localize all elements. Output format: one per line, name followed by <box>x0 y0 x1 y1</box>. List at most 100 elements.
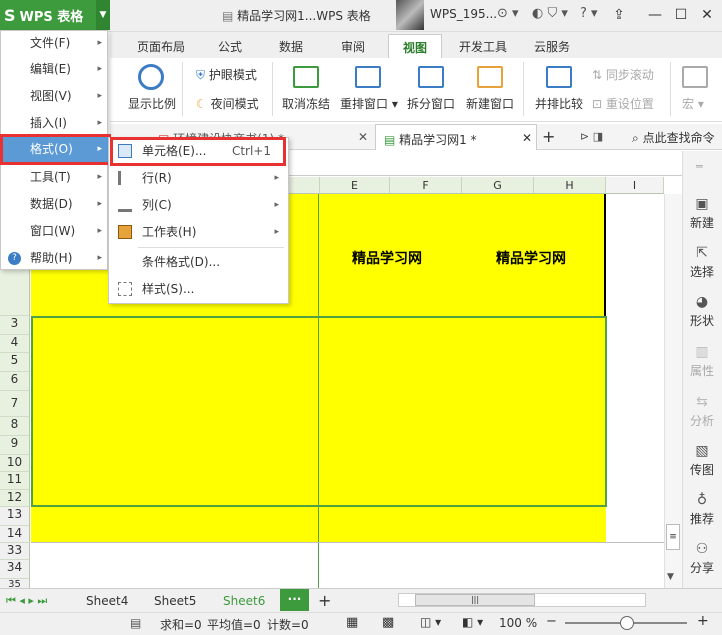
tab-review[interactable]: 审阅 <box>341 38 365 55</box>
submenu-item-conditional[interactable]: 条件格式(D)... <box>108 249 289 276</box>
skin-icon[interactable]: ◐ ⛉ ▾ <box>532 6 568 21</box>
panel-analyze[interactable]: ⇆ 分析 <box>682 394 722 429</box>
row-header-7[interactable]: 7 <box>0 391 30 417</box>
row-header-3[interactable]: 3 <box>0 316 30 335</box>
page-break-icon[interactable]: ◫ ▾ <box>420 615 441 629</box>
help-icon[interactable]: ? ▾ <box>580 6 598 21</box>
cell-h-text[interactable]: 精品学习网 <box>496 248 566 268</box>
menu-item-edit[interactable]: 编辑(E) ▸ <box>0 56 108 82</box>
settings-icon[interactable]: ⊙ ▾ <box>497 6 519 21</box>
submenu-item-column[interactable]: 列(C) ▸ <box>108 192 289 219</box>
panel-toggle-icon[interactable]: ═ <box>696 160 703 173</box>
sheet-tab-5[interactable]: Sheet5 <box>154 594 196 608</box>
add-sheet-icon[interactable]: + <box>318 591 331 610</box>
column-header-h[interactable]: H <box>534 177 606 194</box>
zoom-button[interactable]: 显示比例 <box>128 95 176 112</box>
row-header-12[interactable]: 12 <box>0 490 30 507</box>
restore-ribbon-icon[interactable]: ⇪ <box>608 4 630 26</box>
panel-properties[interactable]: ▥ 属性 <box>682 344 722 379</box>
column-header-e[interactable]: E <box>320 177 390 194</box>
sync-scroll-button[interactable]: ⇅ 同步滚动 <box>592 66 654 83</box>
close-icon[interactable]: ✕ <box>358 130 368 144</box>
app-menu-button[interactable]: S WPS 表格 ▼ <box>0 0 110 30</box>
row-header-34[interactable]: 34 <box>0 560 30 579</box>
close-icon[interactable]: ✕ <box>522 131 532 145</box>
chevron-down-icon[interactable]: ▼ <box>96 0 110 30</box>
zoom-slider-handle[interactable] <box>620 616 634 630</box>
split-window-button[interactable]: 拆分窗口 <box>407 95 455 112</box>
scroll-down-icon[interactable]: ▼ <box>667 572 674 582</box>
menu-item-insert[interactable]: 插入(I) ▸ <box>0 110 108 136</box>
sheet-tab-6[interactable]: Sheet6 <box>223 594 265 608</box>
page-layout-icon[interactable]: ▩ <box>382 615 394 630</box>
row-header-14[interactable]: 14 <box>0 526 30 543</box>
panel-new[interactable]: ▣ 新建 <box>682 196 722 231</box>
row-header-10[interactable]: 10 <box>0 455 30 472</box>
row-header-6[interactable]: 6 <box>0 372 30 391</box>
row-header-9[interactable]: 9 <box>0 436 30 455</box>
night-mode-button[interactable]: ☾ 夜间模式 <box>196 95 259 112</box>
cell-f-text[interactable]: 精品学习网 <box>352 248 422 268</box>
tab-data[interactable]: 数据 <box>279 38 303 55</box>
zoom-out-button[interactable]: − <box>546 614 557 629</box>
new-window-button[interactable]: 新建窗口 <box>466 95 514 112</box>
eye-mode-button[interactable]: ⛨ 护眼模式 <box>196 66 257 83</box>
column-header-g[interactable]: G <box>462 177 534 194</box>
normal-view-icon[interactable]: ▦ <box>346 615 358 630</box>
submenu-item-worksheet[interactable]: 工作表(H) ▸ <box>108 219 289 246</box>
minimize-button[interactable]: — <box>644 4 666 26</box>
maximize-button[interactable]: ☐ <box>670 4 692 26</box>
zoom-in-button[interactable]: + <box>697 613 709 629</box>
command-search[interactable]: ⌕ 点此查找命令 <box>632 129 715 146</box>
compare-button[interactable]: 并排比较 <box>535 95 583 112</box>
rearrange-label: 重排窗口 <box>340 97 389 111</box>
add-tab-icon[interactable]: + <box>542 127 555 146</box>
rearrange-window-button[interactable]: 重排窗口 ▾ <box>340 95 398 112</box>
column-header-i[interactable]: I <box>606 177 664 194</box>
panel-recommend[interactable]: ♁ 推荐 <box>682 492 722 527</box>
tab-formula[interactable]: 公式 <box>218 38 242 55</box>
avatar[interactable] <box>396 0 424 30</box>
menu-item-label: 数据(D) <box>30 197 73 211</box>
column-header-f[interactable]: F <box>390 177 462 194</box>
row-header-4[interactable]: 4 <box>0 335 30 353</box>
selection-range[interactable] <box>31 316 607 507</box>
panel-share[interactable]: ⚇ 分享 <box>682 541 722 576</box>
row-header-11[interactable]: 11 <box>0 472 30 490</box>
tab-developer[interactable]: 开发工具 <box>459 38 507 55</box>
sheet-tab-4[interactable]: Sheet4 <box>86 594 128 608</box>
panel-shape-label: 形状 <box>689 314 714 328</box>
panel-select[interactable]: ⇱ 选择 <box>682 245 722 280</box>
menu-item-help[interactable]: ? 帮助(H) ▸ <box>0 245 108 271</box>
submenu-item-row[interactable]: 行(R) ▸ <box>108 165 289 192</box>
divider <box>182 62 183 116</box>
more-sheets-button[interactable]: ··· <box>280 589 309 611</box>
reset-position-button[interactable]: ⊡ 重设位置 <box>592 95 654 112</box>
tab-page-layout[interactable]: 页面布局 <box>137 38 185 55</box>
zoom-level[interactable]: 100 % <box>499 616 537 630</box>
sheet-nav-icons[interactable]: ⏮ ◂ ▸ ⏭ <box>6 594 47 608</box>
unfreeze-button[interactable]: 取消冻结 <box>282 95 330 112</box>
row-header-13[interactable]: 13 <box>0 507 30 526</box>
menu-item-file[interactable]: 文件(F) ▸ <box>0 30 108 56</box>
menu-item-window[interactable]: 窗口(W) ▸ <box>0 218 108 244</box>
close-button[interactable]: ✕ <box>696 4 718 26</box>
scroll-thumb[interactable]: ≡ <box>666 524 680 550</box>
row-header-33[interactable]: 33 <box>0 543 30 560</box>
user-name[interactable]: WPS_195... <box>430 7 497 21</box>
tab-view[interactable]: 视图 <box>388 34 443 59</box>
h-scroll-thumb[interactable]: ||| <box>415 594 535 606</box>
menu-item-data[interactable]: 数据(D) ▸ <box>0 191 108 217</box>
tab-tools-icons[interactable]: ⊳ ◨ <box>580 130 603 143</box>
panel-send-image[interactable]: ▧ 传图 <box>682 443 722 478</box>
row-header-5[interactable]: 5 <box>0 353 30 372</box>
doc-tab-2[interactable]: ▤ 精品学习网1 * ✕ <box>375 124 537 150</box>
menu-item-view[interactable]: 视图(V) ▸ <box>0 83 108 109</box>
submenu-item-style[interactable]: 样式(S)... <box>108 276 289 303</box>
row-header-8[interactable]: 8 <box>0 417 30 436</box>
macro-button[interactable]: 宏 ▾ <box>682 95 704 112</box>
tab-cloud[interactable]: 云服务 <box>534 38 570 55</box>
menu-item-tools[interactable]: 工具(T) ▸ <box>0 164 108 190</box>
reading-mode-icon[interactable]: ◧ ▾ <box>462 615 483 629</box>
panel-shape[interactable]: ◕ 形状 <box>682 294 722 329</box>
